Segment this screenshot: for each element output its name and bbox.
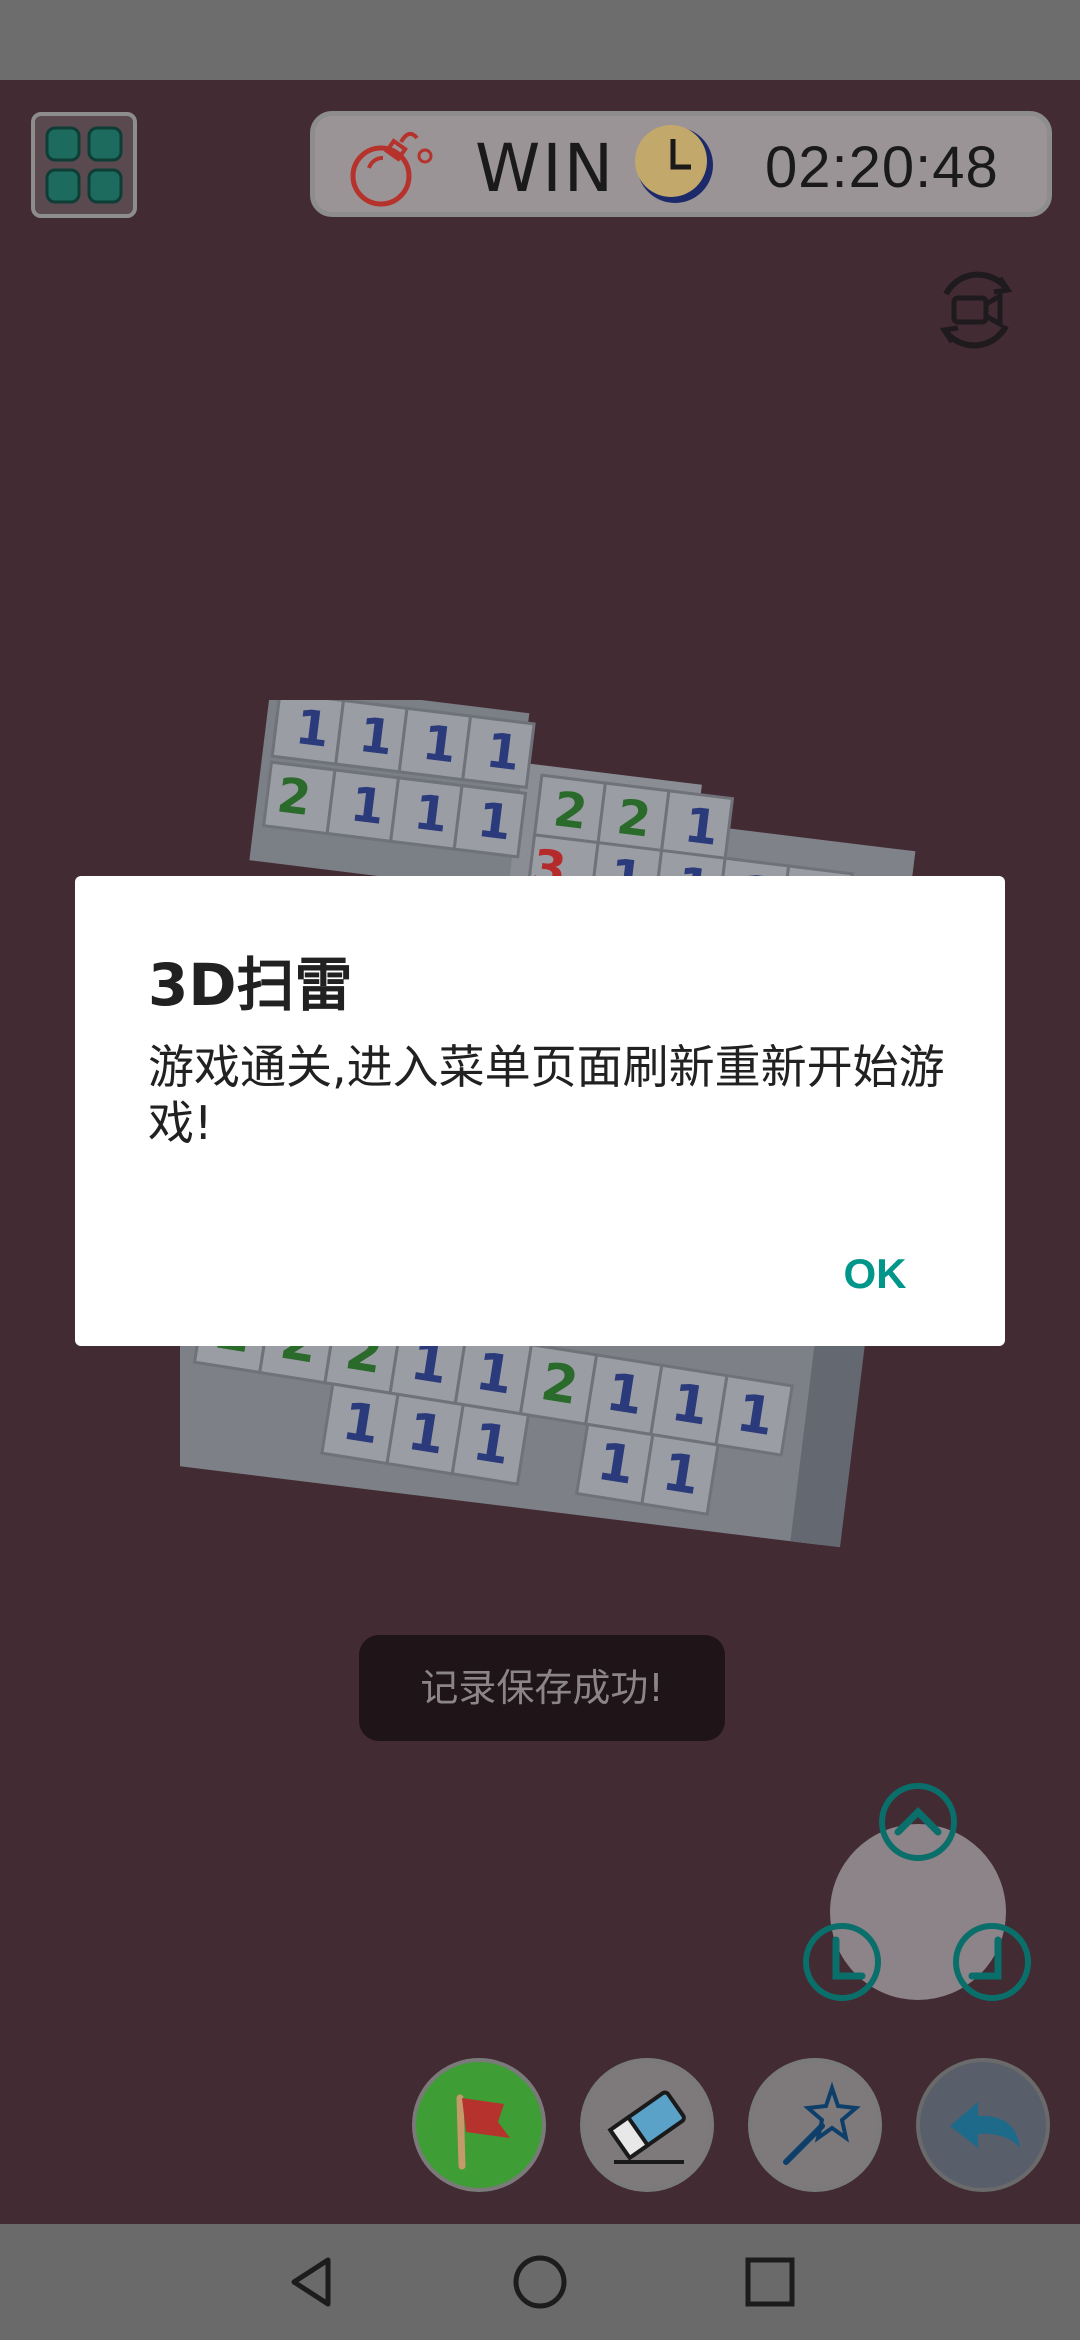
- cell-number: 1: [411, 784, 451, 844]
- home-icon[interactable]: [510, 2252, 570, 2312]
- game-hud: WIN 02:20:48: [310, 111, 1052, 217]
- undo-button[interactable]: [916, 2058, 1050, 2192]
- undo-icon: [950, 2102, 1020, 2148]
- win-dialog: 3D扫雷 游戏通关,进入菜单页面刷新重新开始游戏! OK: [75, 876, 1005, 1346]
- cell-number: 1: [483, 722, 523, 782]
- recents-icon[interactable]: [740, 2252, 800, 2312]
- cell-number: 2: [274, 767, 314, 827]
- magic-wand-icon: [783, 2081, 861, 2165]
- eraser-icon: [607, 2090, 686, 2164]
- navigation-bar: [0, 2224, 1080, 2340]
- flag-button[interactable]: [412, 2058, 546, 2192]
- eraser-button[interactable]: [580, 2058, 714, 2192]
- magic-wand-button[interactable]: [748, 2058, 882, 2192]
- cell-number: 2: [550, 781, 590, 841]
- clock-icon: [635, 125, 713, 203]
- cell-number: 1: [293, 700, 333, 759]
- cell-number: 1: [348, 776, 388, 836]
- dialog-title: 3D扫雷: [148, 951, 353, 1019]
- camera-rotate-button[interactable]: [930, 264, 1022, 356]
- rotate-pad: [800, 1780, 1050, 2020]
- elapsed-time: 02:20:48: [765, 135, 999, 200]
- cell-number: 1: [356, 707, 396, 767]
- flag-icon: [456, 2094, 510, 2170]
- toast-message: 记录保存成功!: [359, 1635, 725, 1741]
- back-icon[interactable]: [282, 2252, 342, 2312]
- dialog-message: 游戏通关,进入菜单页面刷新重新开始游戏!: [148, 1040, 945, 1150]
- cell-number: 2: [614, 789, 654, 849]
- cell-number: 1: [475, 792, 515, 852]
- ok-button[interactable]: OK: [815, 1239, 935, 1309]
- cell-number: 1: [681, 797, 721, 857]
- cell-number: 1: [420, 715, 460, 775]
- bomb-icon: [350, 131, 433, 207]
- status-bar: [0, 0, 1080, 80]
- game-status: WIN: [475, 130, 616, 207]
- camera-rotate-icon: [939, 271, 1013, 349]
- grid-menu-icon: [45, 126, 123, 204]
- menu-button[interactable]: [31, 112, 137, 218]
